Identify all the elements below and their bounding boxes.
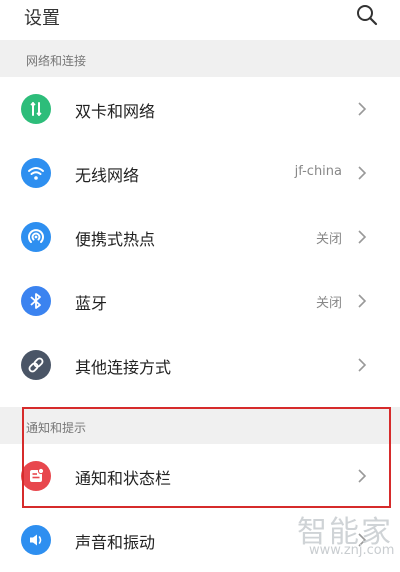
chevron-right-icon: [356, 532, 368, 548]
settings-item-label: 便携式热点: [75, 230, 156, 249]
notification-icon: [21, 461, 51, 491]
chevron-right-icon: [356, 101, 368, 117]
dual-sim-icon: [21, 94, 51, 124]
link-icon: [21, 350, 51, 380]
search-icon[interactable]: [356, 4, 378, 26]
header: 设置: [0, 0, 400, 36]
hotspot-icon: [21, 222, 51, 252]
settings-item-value: 关闭: [315, 296, 342, 311]
settings-item-label: 其他连接方式: [75, 358, 172, 377]
settings-item-label: 双卡和网络: [75, 102, 156, 121]
settings-item-sound[interactable]: 声音和振动: [0, 508, 400, 572]
chevron-right-icon: [356, 165, 368, 181]
settings-item-label: 通知和状态栏: [75, 469, 172, 488]
settings-item-hotspot[interactable]: 便携式热点 关闭: [0, 205, 400, 269]
settings-item-dual-sim[interactable]: 双卡和网络: [0, 77, 400, 141]
section-label: 通知和提示: [26, 421, 87, 435]
wifi-icon: [21, 158, 51, 188]
section-header-notifications: 通知和提示: [0, 407, 400, 444]
settings-item-value: jf-china: [294, 164, 342, 179]
page-title: 设置: [24, 8, 60, 29]
section-label: 网络和连接: [26, 54, 87, 68]
chevron-right-icon: [356, 357, 368, 373]
settings-item-label: 蓝牙: [75, 294, 108, 313]
settings-item-value: 关闭: [315, 232, 342, 247]
settings-item-bluetooth[interactable]: 蓝牙 关闭: [0, 269, 400, 333]
settings-item-notifications-statusbar[interactable]: 通知和状态栏: [0, 444, 400, 508]
settings-item-wifi[interactable]: 无线网络 jf-china: [0, 141, 400, 205]
section-header-network: 网络和连接: [0, 40, 400, 77]
settings-item-other-connections[interactable]: 其他连接方式: [0, 333, 400, 397]
bluetooth-icon: [21, 286, 51, 316]
settings-item-label: 无线网络: [75, 166, 140, 185]
chevron-right-icon: [356, 468, 368, 484]
settings-item-label: 声音和振动: [75, 533, 156, 552]
sound-icon: [21, 525, 51, 555]
chevron-right-icon: [356, 293, 368, 309]
chevron-right-icon: [356, 229, 368, 245]
